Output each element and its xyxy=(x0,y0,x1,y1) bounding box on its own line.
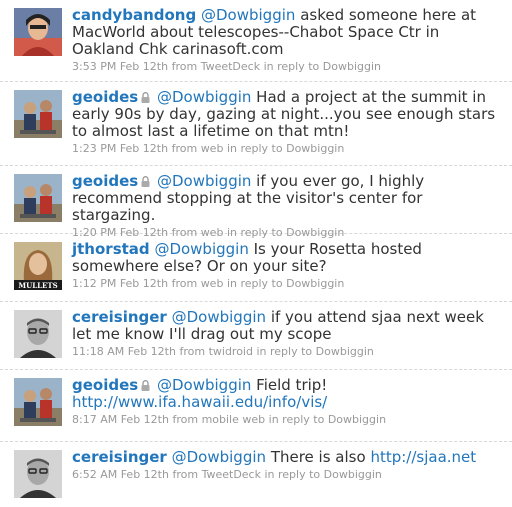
tweet-meta: 8:17 AM Feb 12th from mobile web in repl… xyxy=(72,412,504,427)
timestamp-link[interactable]: 6:52 AM Feb 12th xyxy=(72,468,169,481)
timestamp-link[interactable]: 1:12 PM Feb 12th xyxy=(72,277,168,290)
timeline: candybandong @Dowbiggin asked someone he… xyxy=(0,0,512,507)
in-reply-to-label: in reply to xyxy=(226,277,283,290)
tweet-meta: 6:52 AM Feb 12th from TweetDeck in reply… xyxy=(72,467,504,482)
source-link[interactable]: web xyxy=(201,142,224,155)
tweet-item: geoides @Dowbiggin Had a project at the … xyxy=(0,82,512,166)
tweet-item: cereisinger @Dowbiggin if you attend sja… xyxy=(0,302,512,370)
source-link[interactable]: mobile web xyxy=(202,413,266,426)
from-label: from xyxy=(171,142,198,155)
screen-name-link[interactable]: cereisinger xyxy=(72,308,167,326)
in-reply-to-link[interactable]: in reply to Dowbiggin xyxy=(256,345,373,358)
mention-link[interactable]: @Dowbiggin xyxy=(172,448,266,466)
mention-link[interactable]: @Dowbiggin xyxy=(157,88,251,106)
candybandong-avatar[interactable] xyxy=(14,8,62,56)
screen-name-link[interactable]: geoides xyxy=(72,376,138,394)
reply-to-user: Dowbiggin xyxy=(315,345,374,358)
tweet-meta: 3:53 PM Feb 12th from TweetDeck in reply… xyxy=(72,59,504,74)
lock-icon xyxy=(141,378,150,391)
geoides-avatar[interactable] xyxy=(14,378,62,426)
from-label: from xyxy=(171,277,198,290)
screen-name-link[interactable]: jthorstad xyxy=(72,240,150,258)
tweet-body: cereisinger @Dowbiggin if you attend sja… xyxy=(72,309,504,359)
screen-name-link[interactable]: geoides xyxy=(72,88,138,106)
tweet-item: cereisinger @Dowbiggin There is also htt… xyxy=(0,442,512,507)
in-reply-to-label: in reply to xyxy=(256,345,313,358)
tweet-body: jthorstad @Dowbiggin Is your Rosetta hos… xyxy=(72,241,504,291)
tweet-text: There is also xyxy=(270,448,366,466)
in-reply-to-label: in reply to xyxy=(263,60,320,73)
from-label: from xyxy=(179,345,206,358)
tweet-meta: 1:12 PM Feb 12th from web in reply to Do… xyxy=(72,276,504,291)
in-reply-to-label: in reply to xyxy=(268,413,325,426)
geoides-avatar[interactable] xyxy=(14,90,62,138)
source-link[interactable]: TweetDeck xyxy=(201,60,260,73)
source-link[interactable]: TweetDeck xyxy=(202,468,261,481)
mention-link[interactable]: @Dowbiggin xyxy=(172,308,266,326)
in-reply-to-label: in reply to xyxy=(264,468,321,481)
source-link[interactable]: web xyxy=(201,277,224,290)
tweet-body: cereisinger @Dowbiggin There is also htt… xyxy=(72,449,504,482)
from-label: from xyxy=(171,60,198,73)
screen-name-link[interactable]: geoides xyxy=(72,172,138,190)
in-reply-to-link[interactable]: in reply to Dowbiggin xyxy=(264,468,381,481)
timestamp-link[interactable]: 1:23 PM Feb 12th xyxy=(72,142,168,155)
mention-link[interactable]: @Dowbiggin xyxy=(154,240,248,258)
geoides-avatar[interactable] xyxy=(14,174,62,222)
in-reply-to-link[interactable]: in reply to Dowbiggin xyxy=(264,60,381,73)
timestamp-link[interactable]: 8:17 AM Feb 12th xyxy=(72,413,169,426)
tweet-text: Field trip! xyxy=(256,376,328,394)
from-label: from xyxy=(172,413,199,426)
tweet-meta: 1:23 PM Feb 12th from web in reply to Do… xyxy=(72,141,504,156)
timestamp-link[interactable]: 3:53 PM Feb 12th xyxy=(72,60,168,73)
tweet-body: geoides @Dowbiggin Field trip! http://ww… xyxy=(72,377,504,427)
url-link[interactable]: http://www.ifa.hawaii.edu/info/vis/ xyxy=(72,393,327,411)
url-link[interactable]: http://sjaa.net xyxy=(370,448,476,466)
from-label: from xyxy=(172,468,199,481)
tweet-item: candybandong @Dowbiggin asked someone he… xyxy=(0,0,512,82)
in-reply-to-link[interactable]: in reply to Dowbiggin xyxy=(269,413,386,426)
screen-name-link[interactable]: cereisinger xyxy=(72,448,167,466)
jthorstad-avatar[interactable]: MULLETS xyxy=(14,242,62,290)
reply-to-user: Dowbiggin xyxy=(286,277,345,290)
lock-icon xyxy=(141,174,150,187)
tweet-body: candybandong @Dowbiggin asked someone he… xyxy=(72,7,504,74)
cereisinger-avatar[interactable] xyxy=(14,450,62,498)
lock-icon xyxy=(141,90,150,103)
tweet-item: geoides @Dowbiggin if you ever go, I hig… xyxy=(0,166,512,239)
source-link[interactable]: twidroid xyxy=(209,345,253,358)
tweet-meta: 11:18 AM Feb 12th from twidroid in reply… xyxy=(72,344,504,359)
tweet-item: MULLETS jthorstad @Dowbiggin Is your Ros… xyxy=(0,234,512,302)
tweet-body: geoides @Dowbiggin Had a project at the … xyxy=(72,89,504,156)
reply-to-user: Dowbiggin xyxy=(327,413,387,426)
reply-to-user: Dowbiggin xyxy=(286,142,345,155)
in-reply-to-link[interactable]: in reply to Dowbiggin xyxy=(227,277,344,290)
in-reply-to-label: in reply to xyxy=(226,142,283,155)
reply-to-user: Dowbiggin xyxy=(323,468,382,481)
avatar-caption: MULLETS xyxy=(18,281,57,290)
mention-link[interactable]: @Dowbiggin xyxy=(157,376,251,394)
screen-name-link[interactable]: candybandong xyxy=(72,6,196,24)
timestamp-link[interactable]: 11:18 AM Feb 12th xyxy=(72,345,176,358)
reply-to-user: Dowbiggin xyxy=(322,60,381,73)
in-reply-to-link[interactable]: in reply to Dowbiggin xyxy=(227,142,344,155)
tweet-item: geoides @Dowbiggin Field trip! http://ww… xyxy=(0,370,512,442)
cereisinger-avatar[interactable] xyxy=(14,310,62,358)
mention-link[interactable]: @Dowbiggin xyxy=(201,6,295,24)
tweet-body: geoides @Dowbiggin if you ever go, I hig… xyxy=(72,173,504,240)
mention-link[interactable]: @Dowbiggin xyxy=(157,172,251,190)
